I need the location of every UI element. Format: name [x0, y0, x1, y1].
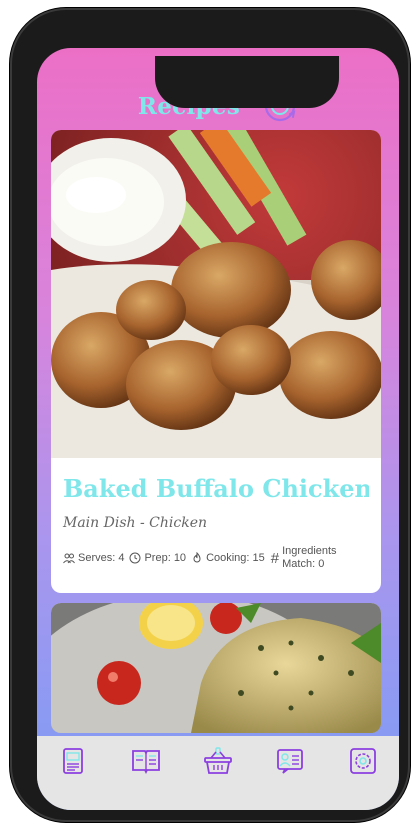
- tab-user-profile[interactable]: [270, 744, 310, 778]
- prep-info: Prep: 10: [129, 552, 186, 564]
- recipe-book-icon: [131, 750, 160, 775]
- recipe-title: Baked Buffalo Chicken...: [63, 474, 369, 503]
- clock-icon: [129, 552, 141, 564]
- people-icon: [63, 553, 75, 564]
- tab-recipe-card[interactable]: [53, 744, 93, 778]
- ingredients-match-value: Match: 0: [282, 558, 325, 570]
- flame-icon: [193, 552, 201, 563]
- recipe-image: [51, 603, 381, 733]
- recipe-image: [51, 130, 381, 458]
- serves-info: Serves: 4: [63, 552, 124, 564]
- recipe-card-body: Baked Buffalo Chicken... Main Dish - Chi…: [51, 458, 381, 571]
- tab-shopping-basket[interactable]: [198, 744, 238, 778]
- shopping-basket-icon: [204, 747, 232, 774]
- recipe-card[interactable]: [51, 603, 381, 733]
- tab-recipe-book[interactable]: [126, 744, 166, 778]
- recipe-card-icon: [63, 748, 84, 774]
- serves-text: Serves: 4: [78, 552, 125, 564]
- device-notch: [155, 56, 339, 108]
- cooking-info: Cooking: 15: [191, 552, 265, 564]
- phone-frame: Recipes: [10, 8, 410, 822]
- tab-bar: [37, 736, 399, 810]
- recipe-card[interactable]: Baked Buffalo Chicken... Main Dish - Chi…: [51, 130, 381, 593]
- prep-text: Prep: 10: [144, 552, 187, 564]
- cooking-text: Cooking: 15: [206, 552, 265, 564]
- app-screen: Recipes: [37, 48, 399, 810]
- ingredients-label: Ingredients: [282, 545, 337, 557]
- hash-icon: #: [270, 549, 280, 567]
- user-profile-icon: [277, 749, 304, 774]
- ingredients-match: # Ingredients Match: 0: [270, 545, 337, 571]
- settings-icon: [349, 748, 376, 774]
- recipe-category: Main Dish - Chicken: [63, 515, 207, 531]
- tab-settings[interactable]: [343, 744, 383, 778]
- recipe-meta: Serves: 4 Prep: 10 Cooking: 15 # Ingredi…: [63, 545, 369, 571]
